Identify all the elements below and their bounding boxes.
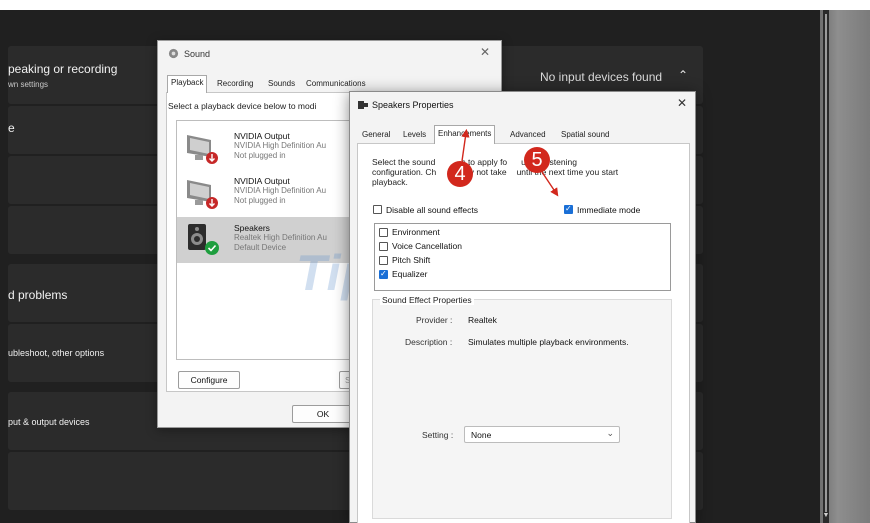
settings-row-title: d problems	[8, 288, 68, 302]
provider-label: Provider :	[416, 315, 453, 325]
device-name: NVIDIA Output	[234, 176, 290, 186]
device-status: Not plugged in	[234, 196, 286, 205]
settings-row-title: put & output devices	[8, 417, 90, 427]
chevron-up-icon[interactable]: ⌃	[678, 68, 688, 82]
ok-button[interactable]: OK	[292, 405, 354, 423]
scroll-down-icon[interactable]: ▼	[822, 512, 830, 520]
tab-spatial-sound[interactable]: Spatial sound	[558, 128, 612, 141]
close-icon[interactable]: ✕	[480, 45, 490, 59]
device-driver: NVIDIA High Definition Au	[234, 141, 327, 150]
effect-label[interactable]: Equalizer	[392, 269, 427, 279]
settings-row-subtitle: wn settings	[8, 80, 49, 89]
setting-value: None	[471, 430, 492, 440]
environment-checkbox[interactable]	[379, 228, 388, 237]
effect-label[interactable]: Environment	[392, 227, 440, 237]
effect-label[interactable]: Pitch Shift	[392, 255, 430, 265]
no-input-devices-text: No input devices found	[540, 70, 663, 84]
tab-playback[interactable]: Playback	[167, 75, 208, 93]
speaker-default-icon	[188, 224, 219, 255]
monitor-unplugged-icon	[187, 180, 218, 209]
desc-fragment: configuration. Ch	[372, 167, 437, 177]
immediate-mode-checkbox[interactable]	[564, 204, 573, 214]
disable-all-effects-label: Disable all sound effects	[386, 205, 478, 215]
tab-levels[interactable]: Levels	[400, 128, 429, 141]
tab-advanced[interactable]: Advanced	[507, 128, 549, 141]
speaker-icon	[168, 48, 179, 59]
device-status: Default Device	[234, 243, 287, 252]
tab-enhancements[interactable]: Enhancements	[434, 125, 496, 144]
sound-effect-properties-group	[372, 299, 672, 519]
tab-sounds[interactable]: Sounds	[265, 77, 298, 90]
close-icon[interactable]: ✕	[677, 96, 687, 110]
chevron-down-icon: ⌄	[606, 428, 614, 438]
scrollbar-thumb[interactable]	[825, 14, 827, 512]
device-name: Speakers	[234, 223, 270, 233]
speakers-properties-dialog: Speakers Properties ✕ General Levels Enh…	[349, 91, 696, 523]
speakers-dialog-title: Speakers Properties	[372, 100, 454, 110]
immediate-mode-label: Immediate mode	[577, 205, 641, 215]
tab-general[interactable]: General	[359, 128, 393, 141]
desc-fragment: playback.	[372, 177, 408, 187]
device-name: NVIDIA Output	[234, 131, 290, 141]
voice-cancellation-checkbox[interactable]	[379, 242, 388, 251]
playback-instruction: Select a playback device below to modi	[168, 101, 317, 111]
provider-value: Realtek	[468, 315, 497, 325]
tab-communications[interactable]: Communications	[303, 77, 369, 90]
sound-effect-properties-title: Sound Effect Properties	[380, 295, 474, 305]
step-5-badge: 5	[524, 147, 550, 173]
settings-row-title: peaking or recording	[8, 62, 118, 76]
speaker-icon	[358, 101, 368, 109]
monitor-unplugged-icon	[187, 135, 218, 164]
equalizer-checkbox[interactable]	[379, 269, 388, 279]
pitch-shift-checkbox[interactable]	[379, 256, 388, 265]
tab-recording[interactable]: Recording	[214, 77, 256, 90]
setting-label: Setting :	[422, 430, 454, 440]
description-label: Description :	[405, 337, 453, 347]
desc-fragment: Select the sound	[372, 157, 436, 167]
device-driver: Realtek High Definition Au	[234, 233, 327, 242]
description-value: Simulates multiple playback environments…	[468, 337, 629, 347]
device-driver: NVIDIA High Definition Au	[234, 186, 327, 195]
settings-row-title: e	[8, 121, 15, 135]
setting-dropdown[interactable]: None ⌄	[464, 426, 620, 443]
step-4-badge: 4	[447, 161, 473, 187]
sound-effects-list[interactable]: Environment Voice Cancellation Pitch Shi…	[374, 223, 671, 291]
settings-row-title: ubleshoot, other options	[8, 348, 105, 358]
disable-all-effects-checkbox[interactable]	[373, 205, 382, 214]
sound-dialog-title: Sound	[184, 49, 211, 59]
effect-label[interactable]: Voice Cancellation	[392, 241, 462, 251]
device-status: Not plugged in	[234, 151, 286, 160]
configure-button[interactable]: Configure	[178, 371, 240, 389]
